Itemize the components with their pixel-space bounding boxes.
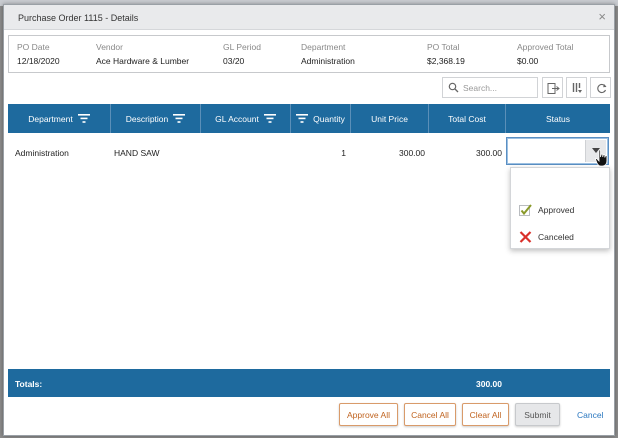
totals-row: Totals: 300.00 [8,369,610,397]
filter-icon[interactable] [77,114,90,123]
search-icon [448,82,459,93]
status-option-canceled[interactable]: Canceled [519,229,574,245]
cell-description: HAND SAW [114,148,160,158]
dialog-titlebar: Purchase Order 1115 - Details × [4,5,614,30]
column-header-label: Status [545,113,571,124]
status-option-label: Canceled [538,232,574,242]
filter-icon[interactable] [296,114,309,123]
columns-button[interactable] [566,77,587,98]
department-value: Administration [301,56,355,66]
refresh-icon [597,83,607,94]
po-total-field: PO Total $2,368.19 [427,42,465,66]
po-total-value: $2,368.19 [427,56,465,66]
search-placeholder: Search... [463,83,498,93]
po-date-value: 12/18/2020 [17,56,60,66]
vendor-value: Ace Hardware & Lumber [96,56,190,66]
column-header-total-cost[interactable]: Total Cost [429,104,506,133]
cell-total-cost: 300.00 [476,148,502,158]
totals-total-cost: 300.00 [476,379,502,389]
cancel-all-button[interactable]: Cancel All [404,403,456,426]
column-header-label: Description [125,113,169,124]
approved-total-field: Approved Total $0.00 [517,42,574,66]
refresh-button[interactable] [590,77,611,98]
totals-label: Totals: [15,379,43,389]
status-option-approved[interactable]: Approved [519,202,574,218]
column-header-status[interactable]: Status [506,104,610,133]
close-icon[interactable]: × [598,10,606,24]
column-header-unit-price[interactable]: Unit Price [351,104,429,133]
search-input[interactable]: Search... [442,77,538,98]
gl-period-field: GL Period 03/20 [223,42,261,66]
approved-total-label: Approved Total [517,42,574,52]
gl-period-label: GL Period [223,42,261,52]
column-header-label: Department [28,113,73,124]
po-summary-panel: PO Date 12/18/2020 Vendor Ace Hardware &… [8,35,610,73]
po-date-label: PO Date [17,42,50,52]
gl-period-value: 03/20 [223,56,245,66]
export-button[interactable] [542,77,563,98]
po-date-field: PO Date 12/18/2020 [17,42,60,66]
vendor-label: Vendor [96,42,123,52]
po-total-label: PO Total [427,42,460,52]
purchase-order-dialog: Purchase Order 1115 - Details × PO Date … [3,4,615,436]
cell-department: Administration [15,148,69,158]
department-field: Department Administration [301,42,355,66]
cell-unit-price: 300.00 [399,148,425,158]
check-icon [519,204,532,216]
column-header-quantity[interactable]: Quantity [291,104,351,133]
cancel-link[interactable]: Cancel [577,410,603,420]
column-header-label: Total Cost [448,113,486,124]
status-dropdown-list: Approved Canceled [510,167,610,249]
export-icon [547,83,560,94]
vendor-field: Vendor Ace Hardware & Lumber [96,42,189,66]
filter-icon[interactable] [173,114,186,123]
status-select[interactable] [506,137,609,165]
hand-cursor-icon [595,149,608,167]
filter-icon[interactable] [263,114,276,123]
column-header-gl-account[interactable]: GL Account [201,104,291,133]
column-header-label: GL Account [215,113,259,124]
approve-all-button[interactable]: Approve All [339,403,398,426]
department-label: Department [301,42,346,52]
column-header-label: Quantity [313,113,345,124]
approved-total-value: $0.00 [517,56,539,66]
column-header-label: Unit Price [371,113,408,124]
submit-button[interactable]: Submit [515,403,560,426]
status-option-label: Approved [538,205,575,215]
column-header-description[interactable]: Description [111,104,201,133]
cell-quantity: 1 [341,148,346,158]
x-icon [519,231,532,243]
columns-icon [572,83,582,93]
column-header-department[interactable]: Department [8,104,111,133]
dialog-title: Purchase Order 1115 - Details [18,13,139,23]
clear-all-button[interactable]: Clear All [462,403,509,426]
grid-header: Department Description GL Account Quanti… [8,104,610,133]
